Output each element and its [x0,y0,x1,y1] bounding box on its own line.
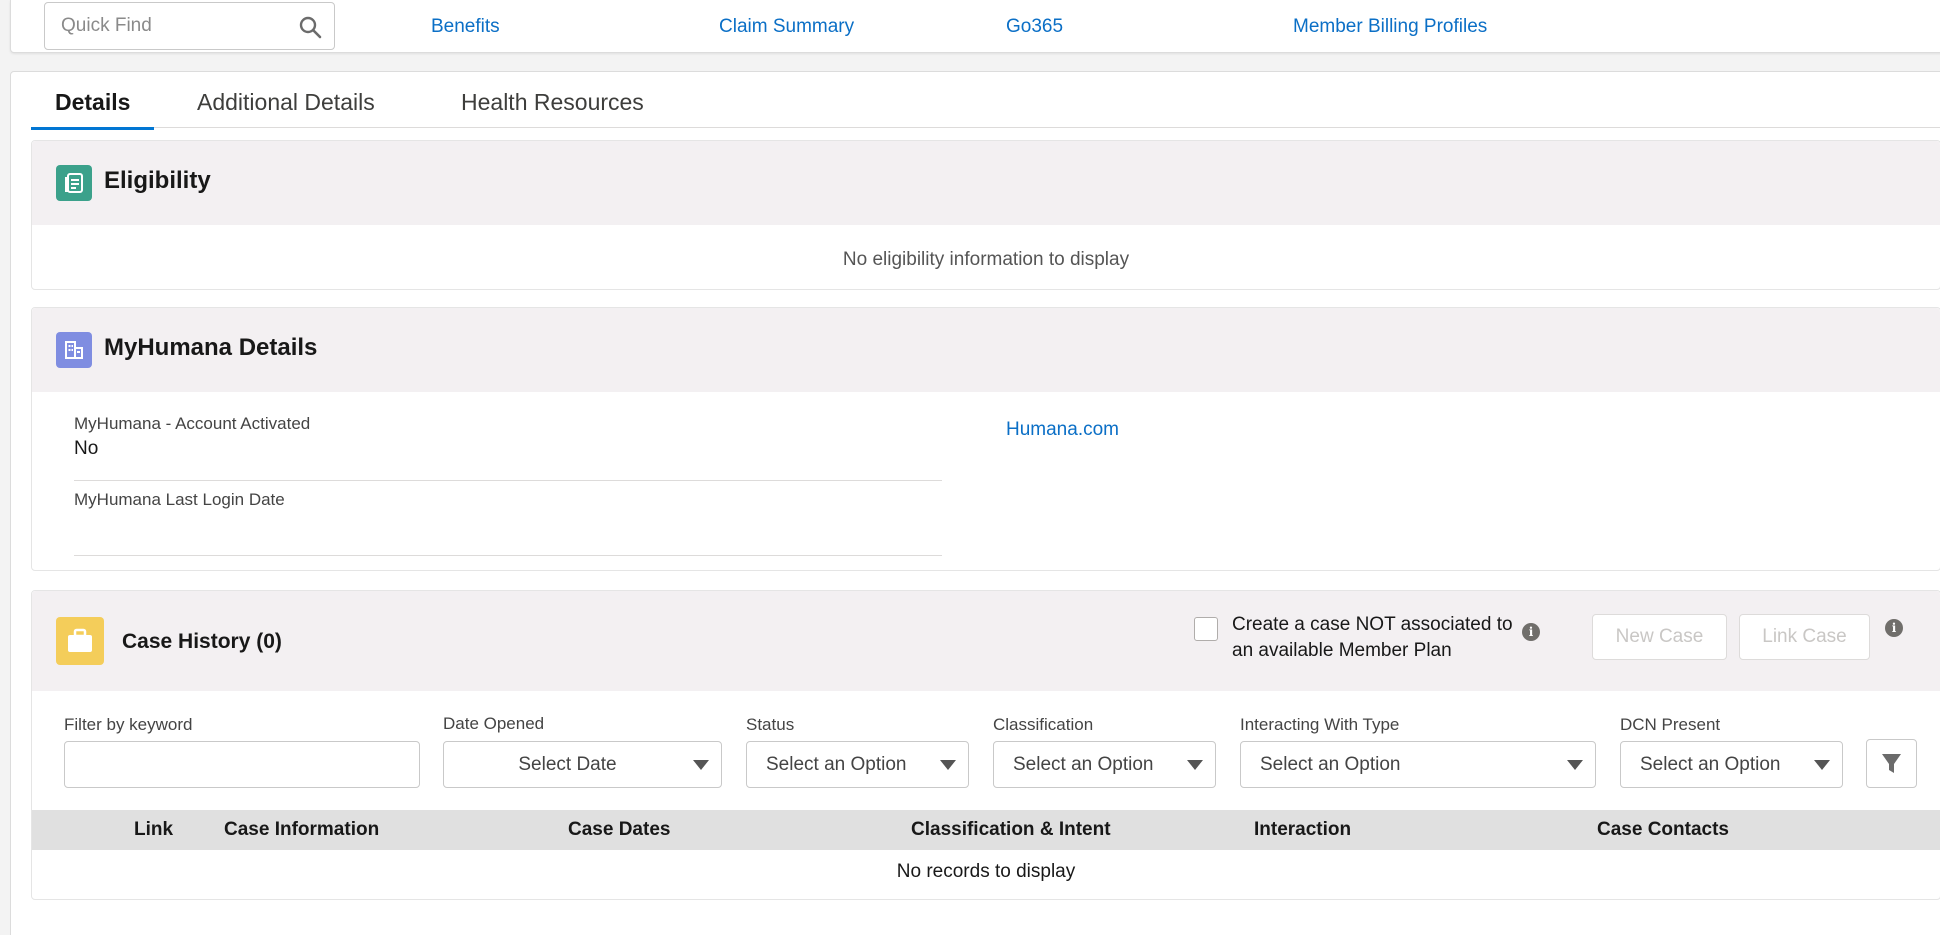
date-opened-value: Select Date [518,754,617,775]
quick-find-box[interactable] [44,2,335,50]
chevron-down-icon [940,760,956,770]
column-header-classification-intent[interactable]: Classification & Intent [911,819,1111,841]
info-icon[interactable]: i [1885,619,1903,637]
field-divider [74,480,942,481]
account-activated-value: No [74,438,99,459]
info-icon[interactable]: i [1522,623,1540,641]
myhumana-title: MyHumana Details [104,334,318,361]
tab-health-resources[interactable]: Health Resources [461,82,644,128]
interacting-with-type-value: Select an Option [1260,754,1401,775]
myhumana-section: MyHumana Details MyHumana - Account Acti… [31,307,1940,571]
dcn-present-label: DCN Present [1620,715,1721,734]
briefcase-icon [56,617,104,665]
tab-details[interactable]: Details [30,82,156,130]
chevron-down-icon [1187,760,1203,770]
quick-find-input[interactable] [61,3,291,49]
case-history-section: Case History (0) Create a case NOT assoc… [31,590,1940,900]
member-billing-profiles-link[interactable]: Member Billing Profiles [1293,16,1487,38]
member-details-panel: Details Additional Details Health Resour… [10,71,1940,935]
eligibility-empty-message: No eligibility information to display [842,249,1130,270]
claim-summary-link[interactable]: Claim Summary [719,16,854,38]
go365-link[interactable]: Go365 [1006,16,1063,38]
new-case-button[interactable]: New Case [1592,614,1727,660]
column-header-case-information[interactable]: Case Information [224,819,379,841]
eligibility-section: Eligibility No eligibility information t… [31,140,1940,290]
date-opened-label: Date Opened [443,714,545,733]
case-history-header: Case History (0) Create a case NOT assoc… [32,591,1940,691]
last-login-label: MyHumana Last Login Date [74,490,285,509]
status-label: Status [746,715,795,734]
benefits-link[interactable]: Benefits [431,16,500,38]
date-opened-select[interactable]: Select Date [443,741,722,788]
myhumana-header: MyHumana Details [32,308,1940,392]
classification-select[interactable]: Select an Option [993,741,1216,788]
building-icon [56,332,92,368]
classification-label: Classification [993,715,1094,734]
account-activated-label: MyHumana - Account Activated [74,414,311,433]
humana-link[interactable]: Humana.com [1006,419,1119,441]
case-history-title: Case History (0) [122,630,282,653]
status-select[interactable]: Select an Option [746,741,969,788]
column-header-link[interactable]: Link [134,819,173,841]
tab-additional-details[interactable]: Additional Details [197,82,375,128]
keyword-filter-label: Filter by keyword [64,715,193,734]
search-icon[interactable] [298,15,322,39]
column-header-case-dates[interactable]: Case Dates [568,819,670,841]
dcn-present-select[interactable]: Select an Option [1620,741,1843,788]
link-case-button[interactable]: Link Case [1739,614,1870,660]
interacting-with-type-label: Interacting With Type [1240,715,1400,734]
chevron-down-icon [1567,760,1583,770]
dcn-present-value: Select an Option [1640,754,1781,775]
case-table-header: Link Case Information Case Dates Classif… [32,810,1940,850]
detail-tabs: Details Additional Details Health Resour… [30,82,1940,130]
top-navigation-bar: Benefits Claim Summary Go365 Member Bill… [10,0,1940,53]
eligibility-header: Eligibility [32,141,1940,225]
case-table-empty-message: No records to display [896,861,1076,882]
keyword-filter-input[interactable] [64,741,420,788]
chevron-down-icon [693,760,709,770]
classification-value: Select an Option [1013,754,1154,775]
eligibility-title: Eligibility [104,167,211,194]
clipboard-icon [56,165,92,201]
column-header-case-contacts[interactable]: Case Contacts [1597,819,1729,841]
no-member-plan-label: Create a case NOT associated to an availa… [1232,614,1513,661]
interacting-with-type-select[interactable]: Select an Option [1240,741,1596,788]
chevron-down-icon [1814,760,1830,770]
status-value: Select an Option [766,754,907,775]
no-member-plan-checkbox[interactable] [1194,617,1218,641]
field-divider [74,555,942,556]
filter-icon [1882,754,1901,773]
filter-button[interactable] [1866,739,1917,788]
column-header-interaction[interactable]: Interaction [1254,819,1351,841]
